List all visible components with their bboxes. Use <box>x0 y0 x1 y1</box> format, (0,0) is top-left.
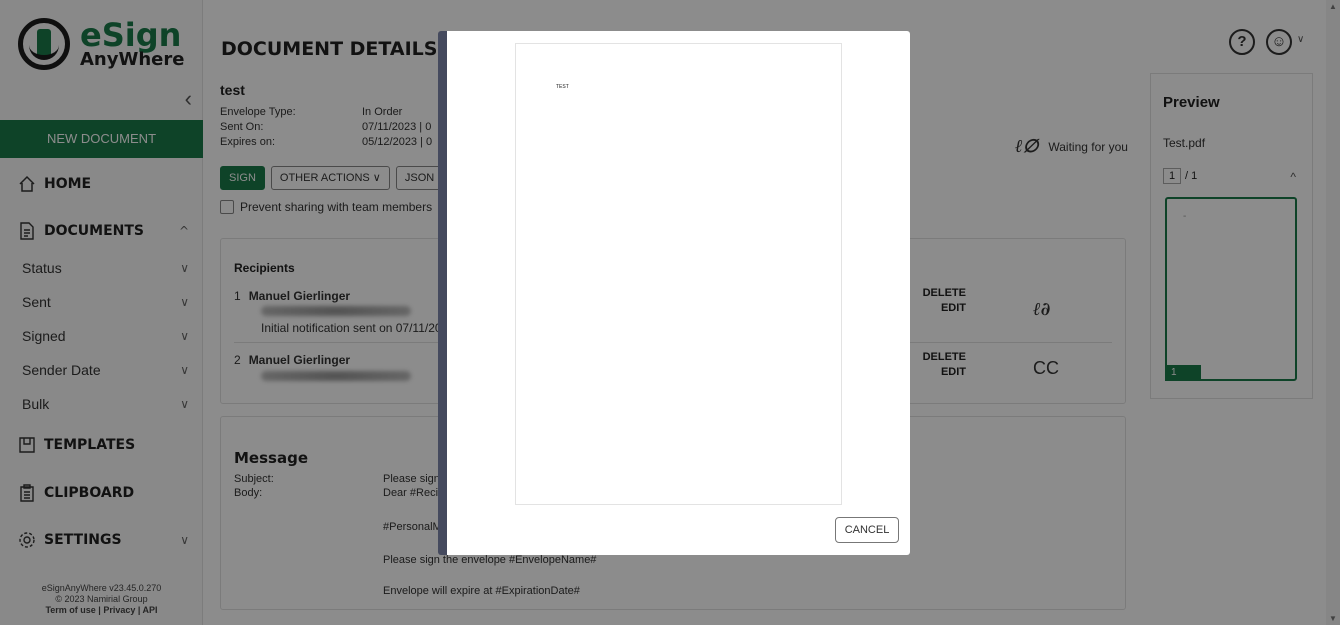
cancel-button[interactable]: CANCEL <box>835 517 899 543</box>
document-preview-modal: TEST CANCEL <box>438 31 910 555</box>
document-page: TEST <box>515 43 842 505</box>
page-text: TEST <box>556 84 569 90</box>
